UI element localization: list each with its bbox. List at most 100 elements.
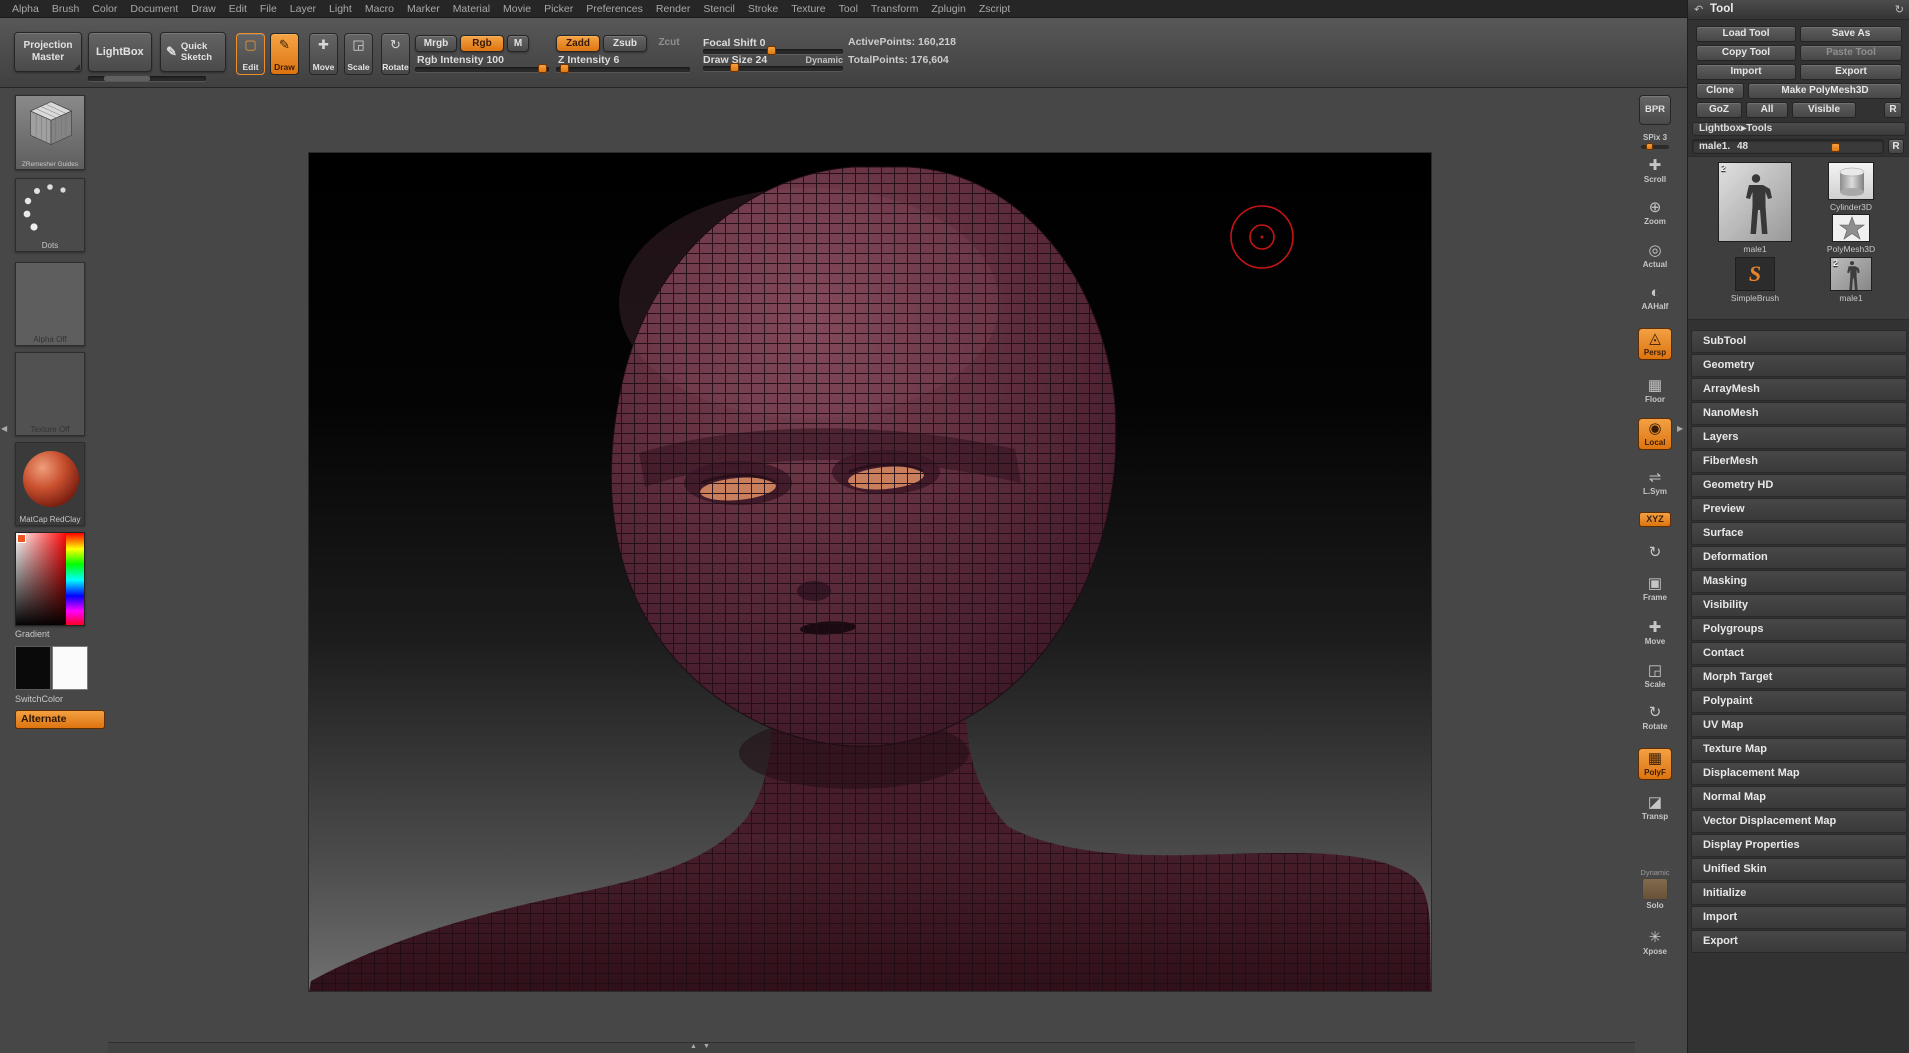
document-canvas[interactable] bbox=[308, 152, 1432, 992]
load-tool-button[interactable]: Load Tool bbox=[1696, 26, 1796, 42]
goz-button[interactable]: GoZ bbox=[1696, 102, 1742, 118]
focal-shift-slider-handle[interactable] bbox=[767, 46, 776, 55]
color-picker-saturation[interactable] bbox=[16, 533, 68, 626]
menu-item-texture[interactable]: Texture bbox=[791, 3, 825, 15]
tool-section-vector-displacement-map[interactable]: Vector Displacement Map bbox=[1691, 810, 1907, 833]
make-polymesh3d-button[interactable]: Make PolyMesh3D bbox=[1748, 83, 1902, 99]
quick-sketch-button[interactable]: ✎ Quick Sketch bbox=[160, 32, 226, 72]
persp-button[interactable]: ◬ Persp bbox=[1638, 328, 1672, 360]
mrgb-button[interactable]: Mrgb bbox=[415, 35, 457, 52]
draw-size-slider[interactable] bbox=[703, 66, 843, 71]
tool-section-initialize[interactable]: Initialize bbox=[1691, 882, 1907, 905]
m-button[interactable]: M bbox=[507, 35, 529, 52]
menu-item-draw[interactable]: Draw bbox=[191, 3, 216, 15]
menu-item-file[interactable]: File bbox=[260, 3, 277, 15]
menu-item-brush[interactable]: Brush bbox=[52, 3, 79, 15]
shelf-scale-button[interactable]: ◲ Scale bbox=[1635, 663, 1675, 689]
polymesh3d-thumb[interactable] bbox=[1832, 214, 1870, 242]
alternate-button[interactable]: Alternate bbox=[15, 710, 105, 729]
xyz-button[interactable]: XYZ bbox=[1635, 512, 1675, 527]
tool-section-texture-map[interactable]: Texture Map bbox=[1691, 738, 1907, 761]
menu-item-alpha[interactable]: Alpha bbox=[12, 3, 39, 15]
menu-item-edit[interactable]: Edit bbox=[229, 3, 247, 15]
tool-section-nanomesh[interactable]: NanoMesh bbox=[1691, 402, 1907, 425]
floor-button[interactable]: ▦ Floor bbox=[1635, 378, 1675, 404]
z-intensity-slider[interactable] bbox=[556, 67, 690, 72]
tool-section-masking[interactable]: Masking bbox=[1691, 570, 1907, 593]
matcap-redclay-thumb[interactable]: MatCap RedClay bbox=[15, 442, 85, 526]
menu-item-macro[interactable]: Macro bbox=[365, 3, 394, 15]
shelf-scroll-slider[interactable] bbox=[88, 76, 206, 81]
scroll-down-icon[interactable]: ▼ bbox=[703, 1043, 710, 1050]
draw-mode-button[interactable]: ✎ Draw bbox=[270, 33, 299, 75]
projection-master-button[interactable]: Projection Master bbox=[14, 32, 82, 72]
polyf-button[interactable]: ▦ PolyF bbox=[1638, 748, 1672, 780]
clone-button[interactable]: Clone bbox=[1696, 83, 1744, 99]
scroll-up-icon[interactable]: ▲ bbox=[690, 1043, 697, 1050]
tool-section-polypaint[interactable]: Polypaint bbox=[1691, 690, 1907, 713]
menu-item-render[interactable]: Render bbox=[656, 3, 690, 15]
color-picker-hue[interactable] bbox=[66, 533, 84, 626]
menu-item-zscript[interactable]: Zscript bbox=[979, 3, 1011, 15]
color-picker[interactable] bbox=[15, 532, 85, 626]
spix-groove[interactable] bbox=[1641, 145, 1669, 149]
tool-section-fibermesh[interactable]: FiberMesh bbox=[1691, 450, 1907, 473]
lightbox-tools-bar[interactable]: Lightbox▸Tools bbox=[1692, 122, 1906, 136]
shelf-scroll-handle[interactable] bbox=[104, 76, 150, 81]
bpr-button[interactable]: BPR bbox=[1635, 95, 1675, 125]
recent-tool-thumb[interactable]: 2 bbox=[1830, 257, 1872, 291]
zsub-button[interactable]: Zsub bbox=[603, 35, 647, 52]
shelf-scroll-button[interactable]: ✚ Scroll bbox=[1635, 158, 1675, 184]
right-divider-icon[interactable]: ▶ bbox=[1677, 424, 1683, 433]
frame-button[interactable]: ▣ Frame bbox=[1635, 576, 1675, 602]
draw-size-slider-handle[interactable] bbox=[730, 63, 739, 72]
save-as-button[interactable]: Save As bbox=[1800, 26, 1902, 42]
current-tool-thumb[interactable]: 2 bbox=[1718, 162, 1792, 242]
goz-all-button[interactable]: All bbox=[1746, 102, 1788, 118]
tool-section-contact[interactable]: Contact bbox=[1691, 642, 1907, 665]
rotate-mode-button[interactable]: ↻ Rotate bbox=[381, 33, 410, 75]
import-button[interactable]: Import bbox=[1696, 64, 1796, 80]
tool-section-polygroups[interactable]: Polygroups bbox=[1691, 618, 1907, 641]
stroke-zremesher-guides-thumb[interactable]: ZRemesher Guides bbox=[15, 95, 85, 170]
shelf-actual-button[interactable]: ◎ Actual bbox=[1635, 243, 1675, 269]
left-divider-icon[interactable]: ◀ bbox=[1, 424, 7, 433]
tool-slider-r-button[interactable]: R bbox=[1888, 139, 1904, 154]
tool-section-display-properties[interactable]: Display Properties bbox=[1691, 834, 1907, 857]
stroke-dots-thumb[interactable]: Dots bbox=[15, 178, 85, 252]
spix-handle[interactable] bbox=[1646, 143, 1653, 150]
tool-section-subtool[interactable]: SubTool bbox=[1691, 330, 1907, 353]
main-color-swatch[interactable] bbox=[15, 646, 51, 690]
solo-button[interactable]: Dynamic Solo bbox=[1635, 868, 1675, 910]
menu-item-picker[interactable]: Picker bbox=[544, 3, 573, 15]
switch-color[interactable] bbox=[15, 646, 89, 690]
secondary-color-swatch[interactable] bbox=[52, 646, 88, 690]
menu-item-movie[interactable]: Movie bbox=[503, 3, 531, 15]
tool-section-surface[interactable]: Surface bbox=[1691, 522, 1907, 545]
shelf-zoom-button[interactable]: ⊕ Zoom bbox=[1635, 200, 1675, 226]
texture-off-thumb[interactable]: Texture Off bbox=[15, 352, 85, 436]
menu-item-material[interactable]: Material bbox=[453, 3, 490, 15]
tool-section-morph-target[interactable]: Morph Target bbox=[1691, 666, 1907, 689]
lightbox-button[interactable]: LightBox bbox=[88, 32, 152, 72]
menu-item-marker[interactable]: Marker bbox=[407, 3, 440, 15]
tool-section-deformation[interactable]: Deformation bbox=[1691, 546, 1907, 569]
tool-section-arraymesh[interactable]: ArrayMesh bbox=[1691, 378, 1907, 401]
xpose-button[interactable]: ✳ Xpose bbox=[1635, 930, 1675, 956]
rgb-button[interactable]: Rgb bbox=[460, 35, 504, 52]
menu-item-document[interactable]: Document bbox=[130, 3, 178, 15]
goz-r-button[interactable]: R bbox=[1884, 102, 1902, 118]
tool-section-uv-map[interactable]: UV Map bbox=[1691, 714, 1907, 737]
tool-section-displacement-map[interactable]: Displacement Map bbox=[1691, 762, 1907, 785]
menu-item-light[interactable]: Light bbox=[329, 3, 352, 15]
restore-icon[interactable]: ↻ bbox=[1895, 3, 1904, 16]
lsym-button[interactable]: ⇌ L.Sym bbox=[1635, 470, 1675, 496]
move-mode-button[interactable]: ✚ Move bbox=[309, 33, 338, 75]
scale-mode-button[interactable]: ◲ Scale bbox=[344, 33, 373, 75]
shelf-aahalf-button[interactable]: ◐ AAHalf bbox=[1635, 285, 1675, 311]
back-icon[interactable]: ↶ bbox=[1694, 3, 1703, 16]
rgb-intensity-slider[interactable] bbox=[415, 67, 549, 72]
menu-item-color[interactable]: Color bbox=[92, 3, 117, 15]
tool-section-layers[interactable]: Layers bbox=[1691, 426, 1907, 449]
tool-section-geometry[interactable]: Geometry bbox=[1691, 354, 1907, 377]
